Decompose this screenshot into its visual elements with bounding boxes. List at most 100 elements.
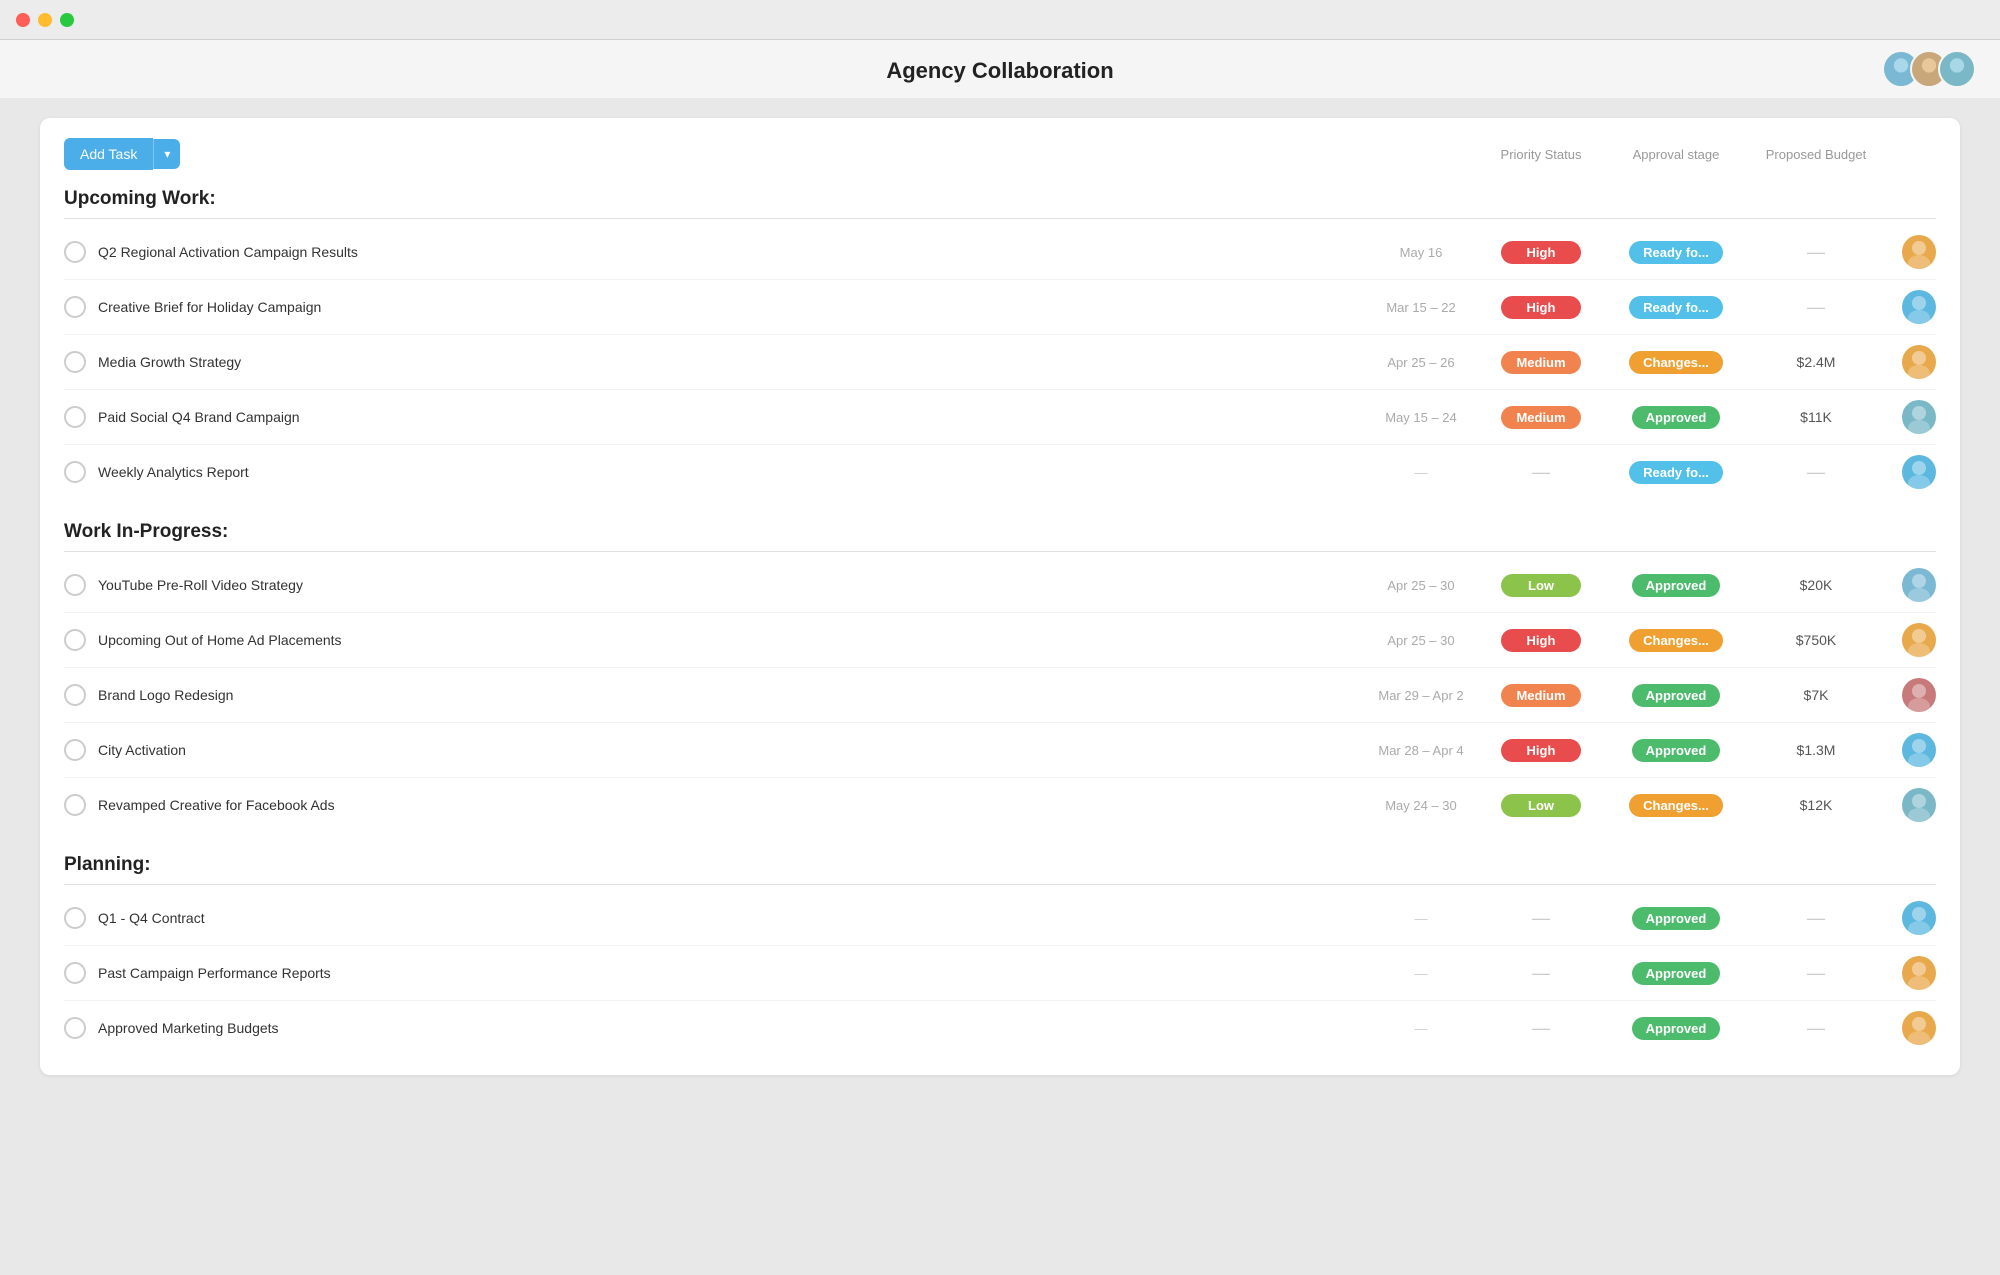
task-avatar-cell xyxy=(1886,568,1936,602)
task-budget: — xyxy=(1746,462,1886,483)
task-budget: — xyxy=(1746,1018,1886,1039)
priority-column-header: Priority Status xyxy=(1476,147,1606,162)
task-priority-cell: — xyxy=(1476,963,1606,984)
table-row: Paid Social Q4 Brand CampaignMay 15 – 24… xyxy=(64,390,1936,445)
priority-badge: High xyxy=(1501,739,1581,762)
avatar[interactable] xyxy=(1938,50,1976,88)
priority-badge: Medium xyxy=(1501,684,1581,707)
section-title-0: Upcoming Work: xyxy=(64,188,1936,210)
task-budget: — xyxy=(1746,242,1886,263)
task-name: Q1 - Q4 Contract xyxy=(98,910,1366,926)
task-checkbox[interactable] xyxy=(64,794,86,816)
task-checkbox[interactable] xyxy=(64,684,86,706)
task-checkbox[interactable] xyxy=(64,296,86,318)
approval-badge: Approved xyxy=(1632,684,1721,707)
section-divider-2 xyxy=(64,884,1936,885)
task-budget: $7K xyxy=(1746,687,1886,703)
task-checkbox[interactable] xyxy=(64,907,86,929)
sections-container: Upcoming Work:Q2 Regional Activation Cam… xyxy=(64,188,1936,1055)
task-avatar-cell xyxy=(1886,235,1936,269)
table-row: Past Campaign Performance Reports——Appro… xyxy=(64,946,1936,1001)
table-row: YouTube Pre-Roll Video StrategyApr 25 – … xyxy=(64,558,1936,613)
task-approval-cell: Ready fo... xyxy=(1606,461,1746,484)
task-approval-cell: Changes... xyxy=(1606,629,1746,652)
approval-badge: Ready fo... xyxy=(1629,461,1723,484)
task-approval-cell: Ready fo... xyxy=(1606,296,1746,319)
task-budget: — xyxy=(1746,963,1886,984)
task-date: — xyxy=(1366,1021,1476,1036)
task-checkbox[interactable] xyxy=(64,574,86,596)
avatar xyxy=(1902,568,1936,602)
task-priority-cell: — xyxy=(1476,908,1606,929)
task-checkbox[interactable] xyxy=(64,461,86,483)
task-priority-cell: High xyxy=(1476,241,1606,264)
column-headers: Priority Status Approval stage Proposed … xyxy=(1476,147,1936,162)
approval-badge: Changes... xyxy=(1629,629,1723,652)
task-approval-cell: Approved xyxy=(1606,406,1746,429)
task-date: Apr 25 – 30 xyxy=(1366,633,1476,648)
task-priority-cell: Medium xyxy=(1476,406,1606,429)
approval-badge: Approved xyxy=(1632,574,1721,597)
section-title-2: Planning: xyxy=(64,854,1936,876)
traffic-lights xyxy=(16,13,74,27)
add-task-button[interactable]: Add Task xyxy=(64,138,153,170)
task-name: Past Campaign Performance Reports xyxy=(98,965,1366,981)
budget-column-header: Proposed Budget xyxy=(1746,147,1886,162)
task-approval-cell: Changes... xyxy=(1606,794,1746,817)
section-0: Upcoming Work:Q2 Regional Activation Cam… xyxy=(64,188,1936,499)
task-priority-cell: Medium xyxy=(1476,684,1606,707)
avatar xyxy=(1902,400,1936,434)
task-date: May 24 – 30 xyxy=(1366,798,1476,813)
maximize-button[interactable] xyxy=(60,13,74,27)
task-name: Brand Logo Redesign xyxy=(98,687,1366,703)
task-avatar-cell xyxy=(1886,788,1936,822)
avatar xyxy=(1902,901,1936,935)
avatar xyxy=(1902,956,1936,990)
toolbar: Add Task ▾ Priority Status Approval stag… xyxy=(64,138,1936,170)
task-avatar-cell xyxy=(1886,345,1936,379)
priority-badge: Medium xyxy=(1501,406,1581,429)
task-avatar-cell xyxy=(1886,623,1936,657)
task-budget: $11K xyxy=(1746,409,1886,425)
approval-badge: Changes... xyxy=(1629,794,1723,817)
avatar xyxy=(1902,345,1936,379)
task-checkbox[interactable] xyxy=(64,351,86,373)
minimize-button[interactable] xyxy=(38,13,52,27)
task-avatar-cell xyxy=(1886,400,1936,434)
task-name: City Activation xyxy=(98,742,1366,758)
titlebar xyxy=(0,0,2000,40)
page-title-bar: Agency Collaboration xyxy=(0,40,2000,98)
task-date: May 15 – 24 xyxy=(1366,410,1476,425)
task-budget: $1.3M xyxy=(1746,742,1886,758)
task-name: Paid Social Q4 Brand Campaign xyxy=(98,409,1366,425)
avatar xyxy=(1902,788,1936,822)
section-2: Planning: Q1 - Q4 Contract — — Approved — Past… xyxy=(64,854,1936,1055)
task-avatar-cell xyxy=(1886,1011,1936,1045)
task-priority-cell: — xyxy=(1476,462,1606,483)
task-date: Apr 25 – 26 xyxy=(1366,355,1476,370)
task-checkbox[interactable] xyxy=(64,1017,86,1039)
task-checkbox[interactable] xyxy=(64,962,86,984)
task-budget: $12K xyxy=(1746,797,1886,813)
add-task-dropdown-button[interactable]: ▾ xyxy=(153,139,180,169)
approval-badge: Approved xyxy=(1632,1017,1721,1040)
task-checkbox[interactable] xyxy=(64,406,86,428)
task-avatar-cell xyxy=(1886,901,1936,935)
task-priority-cell: High xyxy=(1476,629,1606,652)
section-1: Work In-Progress:YouTube Pre-Roll Video … xyxy=(64,521,1936,832)
task-avatar-cell xyxy=(1886,455,1936,489)
empty-dash: — xyxy=(1532,462,1550,483)
task-checkbox[interactable] xyxy=(64,241,86,263)
empty-dash: — xyxy=(1532,908,1550,929)
avatar xyxy=(1902,623,1936,657)
task-budget: $2.4M xyxy=(1746,354,1886,370)
table-row: Q1 - Q4 Contract——Approved— xyxy=(64,891,1936,946)
task-approval-cell: Approved xyxy=(1606,574,1746,597)
avatar xyxy=(1902,455,1936,489)
task-priority-cell: Medium xyxy=(1476,351,1606,374)
task-checkbox[interactable] xyxy=(64,739,86,761)
priority-badge: High xyxy=(1501,241,1581,264)
table-row: Media Growth StrategyApr 25 – 26MediumCh… xyxy=(64,335,1936,390)
close-button[interactable] xyxy=(16,13,30,27)
task-checkbox[interactable] xyxy=(64,629,86,651)
